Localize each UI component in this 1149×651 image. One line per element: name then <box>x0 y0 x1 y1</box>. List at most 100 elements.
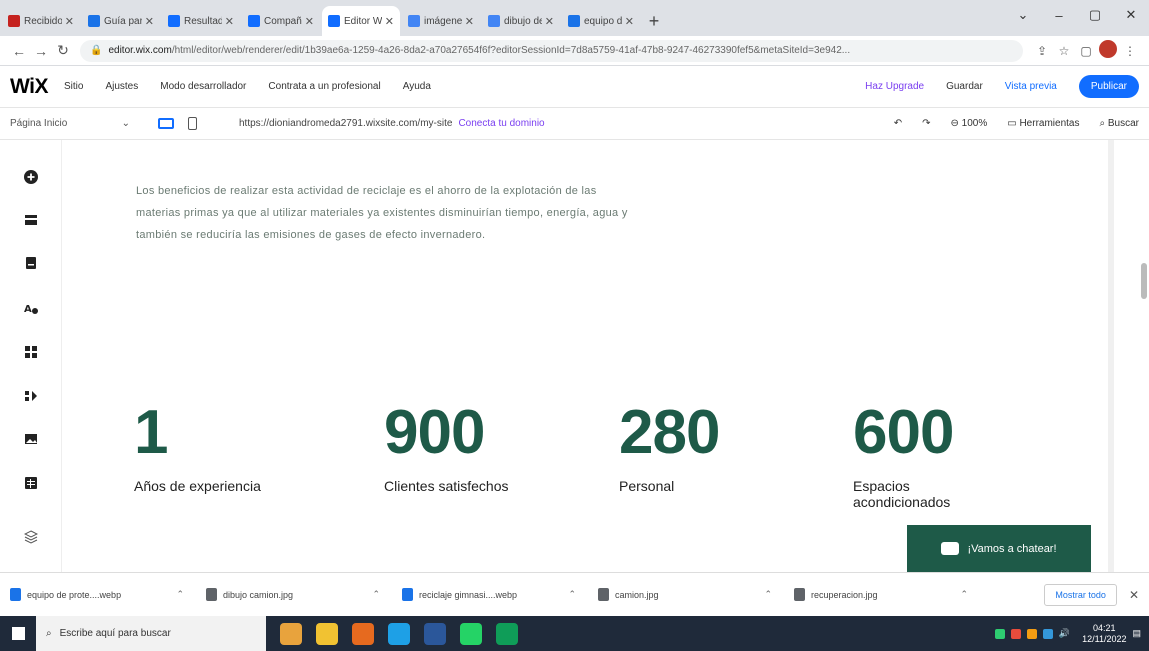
start-button[interactable] <box>0 627 36 640</box>
new-tab-button[interactable]: + <box>640 6 668 36</box>
download-item[interactable]: equipo de prote....webp ⌃ <box>10 588 206 601</box>
tray-icon[interactable] <box>994 628 1005 639</box>
tab-close-icon[interactable]: ✕ <box>305 15 314 28</box>
taskbar-app-icon[interactable] <box>280 622 302 645</box>
chat-button[interactable]: ¡Vamos a chatear! <box>907 525 1091 572</box>
taskbar-app-icon[interactable] <box>352 622 374 645</box>
url-host: editor.wix.com <box>108 45 172 56</box>
tab-search-icon[interactable]: ⌄ <box>1005 0 1041 30</box>
reload-icon[interactable]: ↻ <box>52 42 74 59</box>
show-all-downloads-button[interactable]: Mostrar todo <box>1044 583 1117 606</box>
taskbar-app-icon[interactable] <box>388 622 410 645</box>
close-window-icon[interactable]: ✕ <box>1113 0 1149 30</box>
upgrade-link[interactable]: Haz Upgrade <box>865 81 924 92</box>
bookmark-star-icon[interactable]: ☆ <box>1053 44 1075 58</box>
download-item[interactable]: dibujo camion.jpg ⌃ <box>206 588 402 601</box>
tab-close-icon[interactable]: ✕ <box>225 15 234 28</box>
stat-clients[interactable]: 900 Clientes satisfechos <box>384 402 509 495</box>
undo-icon[interactable]: ↶ <box>894 118 902 129</box>
maximize-icon[interactable]: ▢ <box>1077 0 1113 30</box>
taskbar-app-icon[interactable] <box>424 622 446 645</box>
tab-close-icon[interactable]: ✕ <box>65 15 74 28</box>
wix-menu-item[interactable]: Ajustes <box>105 81 138 92</box>
clock[interactable]: 04:21 12/11/2022 <box>1082 623 1126 645</box>
tab-close-icon[interactable]: ✕ <box>465 15 474 28</box>
window-icon[interactable]: ▢ <box>1075 44 1097 58</box>
browser-tab[interactable]: equipo de p✕ <box>562 6 640 36</box>
tray-icon[interactable] <box>1026 628 1037 639</box>
scrollbar-thumb[interactable] <box>1141 263 1147 299</box>
stat-spaces[interactable]: 600 Espacios acondicionados <box>853 402 973 511</box>
notifications-icon[interactable]: ▤ <box>1132 628 1141 639</box>
wix-menu-item[interactable]: Contrata a un profesional <box>268 81 380 92</box>
browser-tab[interactable]: Compañía✕ <box>242 6 320 36</box>
download-item[interactable]: recuperacion.jpg ⌃ <box>794 588 990 601</box>
chevron-up-icon[interactable]: ⌃ <box>176 589 184 600</box>
forward-icon[interactable]: → <box>30 43 52 59</box>
chevron-up-icon[interactable]: ⌃ <box>568 589 576 600</box>
profile-avatar[interactable] <box>1097 40 1119 61</box>
taskbar-app-icon[interactable] <box>460 622 482 645</box>
chevron-up-icon[interactable]: ⌃ <box>372 589 380 600</box>
save-button[interactable]: Guardar <box>946 81 983 92</box>
browser-tab[interactable]: Recibidos (4)✕ <box>2 6 80 36</box>
media-icon[interactable] <box>24 432 38 446</box>
chevron-down-icon: ⌄ <box>121 118 130 129</box>
wix-menu-item[interactable]: Sitio <box>64 81 83 92</box>
cms-icon[interactable] <box>24 476 38 490</box>
redo-icon[interactable]: ↷ <box>922 118 930 129</box>
browser-tab[interactable]: Resultados✕ <box>162 6 240 36</box>
taskbar-app-icon[interactable] <box>316 622 338 645</box>
tools-button[interactable]: ▭ Herramientas <box>1007 118 1079 129</box>
mobile-view-icon[interactable] <box>188 117 197 130</box>
file-icon <box>598 588 609 601</box>
volume-icon[interactable]: 🔊 <box>1059 628 1070 639</box>
search-button[interactable]: ⌕ Buscar <box>1099 118 1139 129</box>
chevron-up-icon[interactable]: ⌃ <box>960 589 968 600</box>
publish-button[interactable]: Publicar <box>1078 75 1139 98</box>
browser-tab[interactable]: Guía para el✕ <box>82 6 160 36</box>
close-icon[interactable]: ✕ <box>1129 588 1139 602</box>
connect-domain-link[interactable]: Conecta tu dominio <box>458 118 544 129</box>
download-item[interactable]: reciclaje gimnasi....webp ⌃ <box>402 588 598 601</box>
wix-menu-item[interactable]: Ayuda <box>403 81 431 92</box>
browser-tab[interactable]: dibujo de ca✕ <box>482 6 560 36</box>
benefits-paragraph[interactable]: Los beneficios de realizar esta activida… <box>136 180 636 246</box>
taskbar-app-icon[interactable] <box>496 622 518 645</box>
tray-icon[interactable] <box>1010 628 1021 639</box>
desktop-view-icon[interactable] <box>158 118 174 129</box>
taskbar-search[interactable]: ⌕ Escribe aquí para buscar <box>36 616 266 651</box>
tools-label: Herramientas <box>1019 118 1080 129</box>
url-input[interactable]: 🔒 editor.wix.com /html/editor/web/render… <box>80 39 1023 62</box>
wix-main-menu: Sitio Ajustes Modo desarrollador Contrata a… <box>64 81 431 92</box>
browser-tab[interactable]: Editor Wix✕ <box>322 6 400 36</box>
business-icon[interactable] <box>24 389 38 403</box>
tab-close-icon[interactable]: ✕ <box>145 15 154 28</box>
stat-experience[interactable]: 1 Años de experiencia <box>134 402 261 495</box>
pages-icon[interactable] <box>24 256 38 270</box>
zoom-control[interactable]: ⊖ 100% <box>950 118 987 129</box>
add-elements-icon[interactable] <box>24 170 38 184</box>
tray-icon[interactable] <box>1042 628 1053 639</box>
canvas-scrollbar[interactable] <box>1114 140 1149 572</box>
browser-tab[interactable]: imágenes de✕ <box>402 6 480 36</box>
share-icon[interactable]: ⇪ <box>1031 44 1053 58</box>
download-item[interactable]: camion.jpg ⌃ <box>598 588 794 601</box>
tab-close-icon[interactable]: ✕ <box>545 15 554 28</box>
tab-close-icon[interactable]: ✕ <box>625 15 634 28</box>
preview-button[interactable]: Vista previa <box>1005 81 1057 92</box>
add-section-icon[interactable] <box>24 213 38 227</box>
minimize-icon[interactable]: – <box>1041 0 1077 30</box>
layers-icon[interactable] <box>24 530 38 544</box>
back-icon[interactable]: ← <box>8 43 30 59</box>
browser-menu-icon[interactable]: ⋮ <box>1119 44 1141 58</box>
page-selector[interactable]: Página Inicio ⌄ <box>10 118 130 129</box>
apps-icon[interactable] <box>24 345 38 359</box>
chevron-up-icon[interactable]: ⌃ <box>764 589 772 600</box>
wix-logo[interactable]: WiX <box>10 75 48 99</box>
tab-title: Editor Wix <box>344 15 382 27</box>
tab-close-icon[interactable]: ✕ <box>385 15 394 28</box>
wix-menu-item[interactable]: Modo desarrollador <box>160 81 246 92</box>
stat-staff[interactable]: 280 Personal <box>619 402 720 495</box>
theme-icon[interactable]: A <box>24 301 38 315</box>
